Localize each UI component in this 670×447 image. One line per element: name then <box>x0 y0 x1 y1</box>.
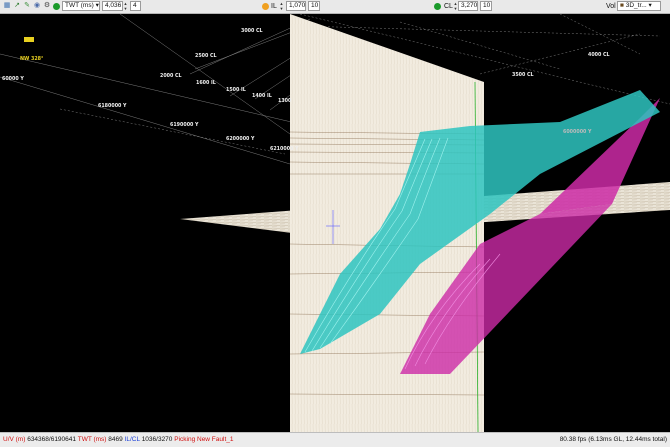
pick-icon[interactable]: ✎ <box>23 2 31 10</box>
3d-viewport[interactable]: NW 328° 3000 CL 2500 CL 2000 CL 3500 CL … <box>0 14 670 432</box>
cl-label: CL <box>444 3 453 10</box>
grid-line <box>0 76 291 165</box>
ilcl-label: IL/CL <box>124 436 140 443</box>
il-input[interactable]: 1,070 <box>286 1 306 11</box>
cl-input[interactable]: 3,270 <box>458 1 478 11</box>
chevron-down-icon: ▾ <box>95 2 99 9</box>
y-label-6190000: 6190000 Y <box>170 122 199 128</box>
grid-line <box>0 53 301 125</box>
grid-line <box>59 108 286 155</box>
cl-dot-icon <box>434 3 441 10</box>
grid-line <box>479 33 641 75</box>
il-label-1600: 1600 IL <box>196 80 216 86</box>
twt-input[interactable]: 4,036 <box>102 1 123 11</box>
domain-status-dot-icon <box>53 3 60 10</box>
vol-label: Vol <box>606 3 616 10</box>
twt-status-value: 8469 <box>108 436 123 443</box>
cl-label-2500: 2500 CL <box>195 53 217 59</box>
settings-icon[interactable]: ⚙ <box>43 2 51 10</box>
compass-label: NW 328° <box>20 56 43 62</box>
il-label-1400: 1400 IL <box>252 93 272 99</box>
cl-label-4000: 4000 CL <box>588 52 610 58</box>
twt-status-label: TWT (ms) <box>77 436 107 443</box>
uv-label: U/V (m) <box>3 436 26 443</box>
arrow-icon[interactable]: ↗ <box>13 2 21 10</box>
y-label-6210000: 6210000 Y <box>270 146 299 152</box>
side-y-label: 60000 Y <box>2 76 24 82</box>
twt-spinner[interactable]: ▲ ▼ <box>123 1 128 11</box>
il-spinner[interactable]: ▲ ▼ <box>279 1 284 11</box>
twt-step-input[interactable]: 4 <box>130 1 141 11</box>
cl-label-2000: 2000 CL <box>160 73 182 79</box>
volume-cube-icon: ■ <box>620 2 624 9</box>
y-label-6180000: 6180000 Y <box>98 103 127 109</box>
globe-icon[interactable]: ◉ <box>33 2 41 10</box>
chevron-down-icon: ▾ <box>648 2 652 9</box>
domain-select-value: TWT (ms) <box>65 2 94 9</box>
il-label-1300: 1300 <box>278 98 292 104</box>
grid-line <box>194 28 301 70</box>
view-icon[interactable]: ▦ <box>3 2 11 10</box>
fps-readout: 80.38 fps (6.13ms GL, 12.44ms total) <box>559 436 667 443</box>
status-readout: U/V (m) 634368/6190641 TWT (ms) 8469 IL/… <box>3 433 233 446</box>
scene-canvas[interactable]: NW 328° 3000 CL 2500 CL 2000 CL 3500 CL … <box>0 14 670 432</box>
il-label: IL <box>271 3 277 10</box>
il-dot-icon <box>262 3 269 10</box>
ilcl-value: 1036/3270 <box>141 436 173 443</box>
compass-icon <box>24 37 34 42</box>
grid-line <box>299 25 661 37</box>
status-bar: U/V (m) 634368/6190641 TWT (ms) 8469 IL/… <box>0 432 670 447</box>
y-label-6200000: 6200000 Y <box>226 136 255 142</box>
il-step-input[interactable]: 10 <box>308 1 320 11</box>
volume-select-value: 3D_tr... <box>625 2 647 9</box>
cl-label-3000: 3000 CL <box>241 28 263 34</box>
volume-select[interactable]: ■ 3D_tr... ▾ <box>617 1 661 11</box>
viewer-toolbar: ▦ ↗ ✎ ◉ ⚙ TWT (ms) ▾ 4,036 ▲ ▼ 4 IL ▲ ▼ 1,… <box>0 0 670 14</box>
grid-line <box>119 14 291 135</box>
mode-text: Picking New Fault_1 <box>174 436 234 443</box>
cl-label-3500: 3500 CL <box>512 72 534 78</box>
right-y-label: 6000000 Y <box>563 129 592 135</box>
grid-line <box>559 14 641 55</box>
domain-select[interactable]: TWT (ms) ▾ <box>62 1 100 11</box>
uv-value: 634368/6190641 <box>27 436 77 443</box>
cl-step-input[interactable]: 10 <box>480 1 492 11</box>
il-label-1500: 1500 IL <box>226 87 246 93</box>
